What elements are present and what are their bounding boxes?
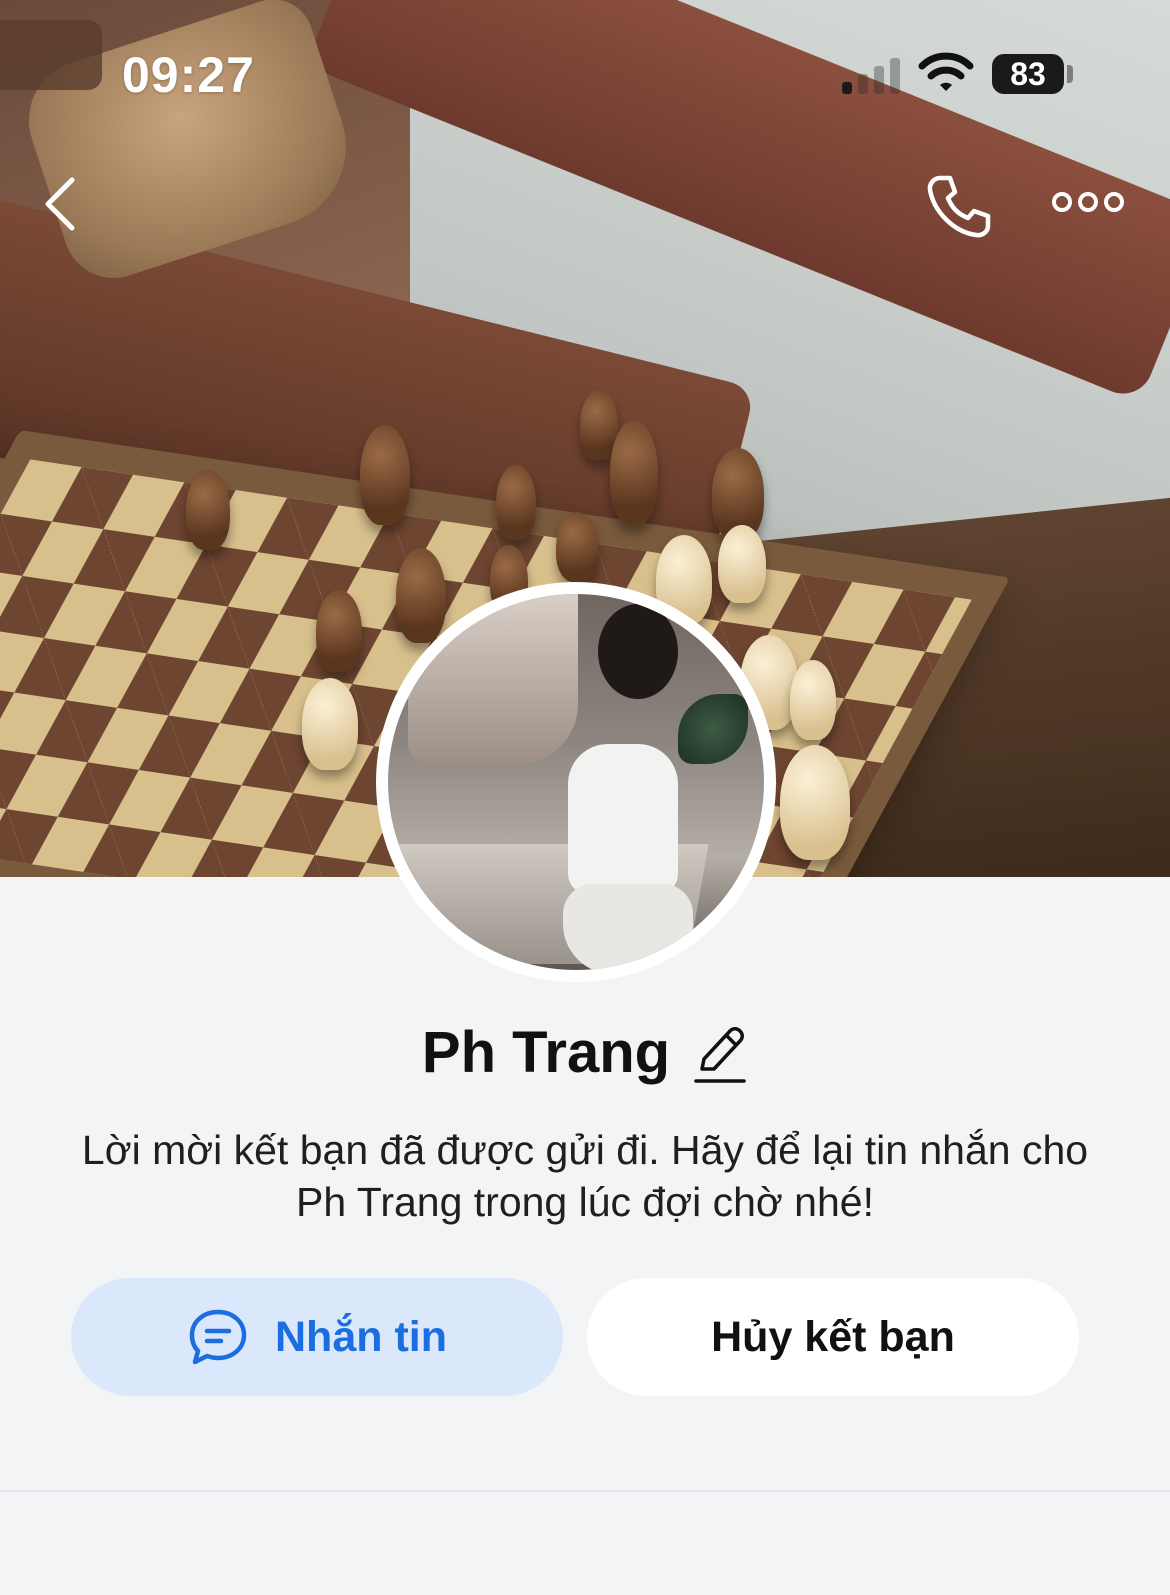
battery-cap — [1067, 65, 1073, 83]
message-button[interactable]: Nhắn tin — [71, 1278, 563, 1396]
status-left-pill — [0, 20, 102, 90]
status-time: 09:27 — [122, 47, 255, 103]
profile-name: Ph Trang — [421, 1019, 671, 1085]
friend-request-message: Lời mời kết bạn đã được gửi đi. Hãy để l… — [81, 1127, 1089, 1225]
edit-icon[interactable] — [692, 1023, 748, 1085]
message-button-label: Nhắn tin — [275, 1312, 447, 1361]
avatar-person-legs — [563, 884, 693, 970]
phone-icon[interactable] — [922, 170, 994, 242]
battery-level: 83 — [1010, 55, 1046, 92]
name-row: Ph Trang — [0, 1012, 1170, 1092]
avatar-plant — [678, 694, 748, 764]
avatar-person-body — [568, 744, 678, 894]
chess-piece — [718, 525, 766, 603]
avatar-person-head — [598, 604, 678, 699]
battery-icon: 83 — [992, 54, 1064, 94]
chess-piece — [360, 425, 410, 525]
chess-piece — [610, 420, 658, 525]
more-icon[interactable] — [1048, 182, 1128, 222]
chess-piece — [790, 660, 836, 740]
wifi-icon — [918, 52, 974, 91]
avatar-photo — [388, 594, 764, 970]
chess-piece — [316, 590, 362, 672]
divider — [0, 1490, 1170, 1492]
back-icon[interactable] — [36, 172, 96, 236]
chess-piece — [302, 678, 358, 770]
chess-piece — [556, 512, 598, 582]
chess-piece — [496, 465, 536, 540]
cancel-friend-button-label: Hủy kết bạn — [711, 1312, 955, 1361]
signal-icon — [842, 56, 902, 94]
avatar-mirror — [408, 594, 578, 764]
avatar[interactable] — [376, 582, 776, 982]
cancel-friend-button[interactable]: Hủy kết bạn — [587, 1278, 1079, 1396]
chat-icon — [189, 1309, 247, 1365]
chess-piece — [186, 470, 230, 550]
chess-piece — [780, 745, 850, 860]
profile-page: 09:27 83 Ph Trang Lời mời kết bạn đã đượ… — [0, 0, 1170, 1595]
